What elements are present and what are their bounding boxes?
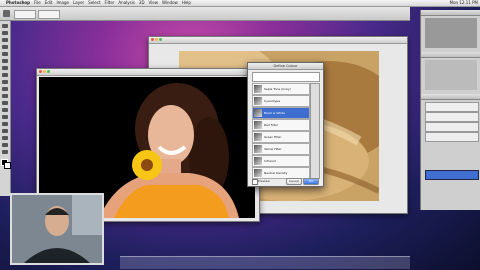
- layer-row[interactable]: [425, 102, 479, 112]
- preset-item[interactable]: Red Filter: [252, 119, 310, 131]
- window-controls[interactable]: [151, 38, 162, 41]
- crop-tool-icon[interactable]: [2, 52, 8, 56]
- eraser-tool-icon[interactable]: [2, 94, 8, 98]
- preset-item[interactable]: Green Filter: [252, 131, 310, 143]
- document-title-bar[interactable]: [37, 69, 259, 76]
- marquee-tool-icon[interactable]: [2, 31, 8, 35]
- panel-tab-adjustments[interactable]: [421, 52, 480, 58]
- preset-label: Neutral Density: [264, 171, 288, 175]
- options-bar: [0, 7, 410, 21]
- cancel-button[interactable]: Cancel: [286, 178, 302, 185]
- menu-bar: Photoshop File Edit Image Layer Select F…: [0, 0, 480, 7]
- stamp-tool-icon[interactable]: [2, 80, 8, 84]
- navigator-preview: [425, 18, 477, 48]
- move-tool-icon[interactable]: [2, 24, 8, 28]
- preset-item[interactable]: Yellow Filter: [252, 143, 310, 155]
- preset-thumbnail: [254, 145, 262, 153]
- preset-thumbnail: [254, 85, 262, 93]
- preset-label: Infrared: [264, 159, 276, 163]
- dodge-tool-icon[interactable]: [2, 108, 8, 112]
- menu-view[interactable]: View: [147, 0, 161, 6]
- preset-thumbnail: [254, 109, 262, 117]
- preset-thumbnail: [254, 133, 262, 141]
- pen-tool-icon[interactable]: [2, 115, 8, 119]
- shape-tool-icon[interactable]: [2, 136, 8, 140]
- tools-panel: [0, 21, 11, 196]
- preset-item[interactable]: Infrared: [252, 155, 310, 167]
- type-tool-icon[interactable]: [2, 122, 8, 126]
- menu-image[interactable]: Image: [54, 0, 71, 6]
- preset-item[interactable]: Sepia Tone (Gray): [252, 83, 310, 95]
- right-panels: [420, 10, 480, 210]
- window-controls[interactable]: [39, 70, 50, 73]
- brush-tool-icon[interactable]: [2, 73, 8, 77]
- preset-label: Yellow Filter: [264, 147, 282, 151]
- preset-thumbnail: [254, 97, 262, 105]
- webcam-overlay: [10, 193, 104, 265]
- menu-edit[interactable]: Edit: [43, 0, 55, 6]
- menu-layer[interactable]: Layer: [71, 0, 86, 6]
- adjustments-panel: [425, 60, 477, 90]
- menu-app[interactable]: Photoshop: [4, 0, 32, 6]
- preset-item-selected[interactable]: Black & White: [252, 107, 310, 119]
- layer-row[interactable]: [425, 132, 479, 142]
- layer-row-selected[interactable]: [425, 170, 479, 180]
- ok-button[interactable]: OK: [303, 178, 319, 185]
- tool-preset-icon[interactable]: [3, 10, 10, 17]
- menu-3d[interactable]: 3D: [137, 0, 147, 6]
- preset-item[interactable]: Cyanotype: [252, 95, 310, 107]
- preset-thumbnail: [254, 169, 262, 177]
- menu-window[interactable]: Window: [160, 0, 180, 6]
- menu-file[interactable]: File: [32, 0, 43, 6]
- menu-help[interactable]: Help: [180, 0, 193, 6]
- panel-tab-layers[interactable]: [421, 94, 480, 100]
- zoom-tool-icon[interactable]: [2, 150, 8, 154]
- preset-thumbnail: [254, 157, 262, 165]
- background-color-swatch[interactable]: [4, 162, 11, 169]
- layer-row[interactable]: [425, 112, 479, 122]
- define-colour-dialog: Define Colour Sepia Tone (Gray) Cyanotyp…: [247, 62, 324, 187]
- panel-tab-navigator[interactable]: [421, 10, 480, 16]
- preset-item[interactable]: Neutral Density: [252, 167, 310, 179]
- eyedropper-tool-icon[interactable]: [2, 59, 8, 63]
- path-selection-tool-icon[interactable]: [2, 129, 8, 133]
- preset-scrollbar[interactable]: [310, 83, 320, 179]
- option-field[interactable]: [38, 10, 60, 19]
- preview-label: Preview: [258, 179, 270, 183]
- clock-label: Mon 12:11 PM: [449, 0, 478, 5]
- menu-filter[interactable]: Filter: [103, 0, 117, 6]
- preset-label: Cyanotype: [264, 99, 281, 103]
- magic-wand-tool-icon[interactable]: [2, 45, 8, 49]
- document-title-bar[interactable]: [149, 37, 407, 44]
- preset-label: Sepia Tone (Gray): [264, 87, 291, 91]
- hand-tool-icon[interactable]: [2, 143, 8, 147]
- layer-row[interactable]: [425, 122, 479, 132]
- history-brush-tool-icon[interactable]: [2, 87, 8, 91]
- preset-label: Red Filter: [264, 123, 279, 127]
- dialog-title[interactable]: Define Colour: [248, 63, 323, 70]
- preset-preview-strip: [252, 72, 320, 82]
- preset-label: Black & White: [264, 111, 286, 115]
- preset-thumbnail: [254, 121, 262, 129]
- gradient-tool-icon[interactable]: [2, 101, 8, 105]
- dock: [120, 256, 410, 269]
- menu-select[interactable]: Select: [86, 0, 102, 6]
- presenter-video: [12, 195, 102, 263]
- preset-label: Green Filter: [264, 135, 282, 139]
- healing-tool-icon[interactable]: [2, 66, 8, 70]
- lasso-tool-icon[interactable]: [2, 38, 8, 42]
- menu-analysis[interactable]: Analysis: [116, 0, 136, 6]
- option-field[interactable]: [14, 10, 36, 19]
